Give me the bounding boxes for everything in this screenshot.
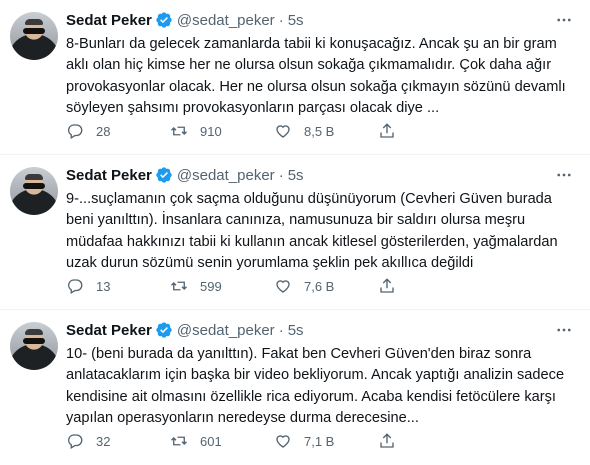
like-count: 7,1 B [304,433,335,449]
reply-icon [68,279,83,294]
reply-button[interactable]: 13 [66,277,170,295]
author-handle[interactable]: @sedat_peker [177,322,275,339]
retweet-button[interactable]: 601 [170,432,274,450]
tweet-actions: 28 910 8,5 B [66,120,506,142]
verified-badge-icon [155,166,173,184]
like-button[interactable]: 7,1 B [274,432,378,450]
timestamp[interactable]: 5s [288,12,304,29]
tweet-text: 10- (beni burada da yanılttın). Fakat be… [66,346,565,426]
tweet-text: 9-...suçlamanın çok saçma olduğunu düşün… [66,191,558,271]
tweet-text: 8-Bunları da gelecek zamanlarda tabii ki… [66,36,566,116]
retweet-count: 601 [200,433,222,449]
tweet[interactable]: Sedat Peker @sedat_peker · 5s 9-...suçla… [0,155,590,310]
tweet[interactable]: Sedat Peker @sedat_peker · 5s 10- (beni … [0,310,590,465]
retweet-count: 599 [200,278,222,294]
retweet-count: 910 [200,123,222,139]
avatar[interactable] [10,167,58,215]
tweet-header: Sedat Peker @sedat_peker · 5s [66,10,574,30]
retweet-button[interactable]: 599 [170,277,274,295]
retweet-icon [171,281,187,291]
like-button[interactable]: 7,6 B [274,277,378,295]
tweet-actions: 13 599 7,6 B [66,275,506,297]
timeline: Sedat Peker @sedat_peker · 5s 8-Bunları … [0,0,590,465]
reply-count: 32 [96,433,111,449]
tweet[interactable]: Sedat Peker @sedat_peker · 5s 8-Bunları … [0,0,590,155]
retweet-icon [171,436,187,446]
author-name[interactable]: Sedat Peker [66,322,152,339]
reply-icon [68,124,83,139]
share-button[interactable] [378,122,418,140]
heart-icon [276,435,290,448]
heart-icon [276,125,290,138]
more-horizontal-icon[interactable] [554,320,574,340]
author-handle[interactable]: @sedat_peker [177,12,275,29]
author-handle[interactable]: @sedat_peker [177,167,275,184]
share-icon [380,123,394,138]
like-button[interactable]: 8,5 B [274,122,378,140]
share-button[interactable] [378,432,418,450]
tweet-header: Sedat Peker @sedat_peker · 5s [66,165,574,185]
tweet-header: Sedat Peker @sedat_peker · 5s [66,320,574,340]
verified-badge-icon [155,321,173,339]
timestamp[interactable]: 5s [288,167,304,184]
separator: · [278,321,284,339]
author-name[interactable]: Sedat Peker [66,12,152,29]
reply-icon [68,434,83,449]
avatar[interactable] [10,12,58,60]
verified-badge-icon [155,11,173,29]
reply-count: 13 [96,278,111,294]
more-horizontal-icon[interactable] [554,165,574,185]
reply-button[interactable]: 32 [66,432,170,450]
share-icon [380,433,394,448]
tweet-actions: 32 601 7,1 B [66,430,506,452]
like-count: 8,5 B [304,123,335,139]
like-count: 7,6 B [304,278,335,294]
author-name[interactable]: Sedat Peker [66,167,152,184]
more-horizontal-icon[interactable] [554,10,574,30]
share-icon [380,278,394,293]
share-button[interactable] [378,277,418,295]
separator: · [278,11,284,29]
reply-count: 28 [96,123,111,139]
retweet-icon [171,126,187,136]
avatar[interactable] [10,322,58,370]
heart-icon [276,280,290,293]
reply-button[interactable]: 28 [66,122,170,140]
retweet-button[interactable]: 910 [170,122,274,140]
timestamp[interactable]: 5s [288,322,304,339]
separator: · [278,166,284,184]
